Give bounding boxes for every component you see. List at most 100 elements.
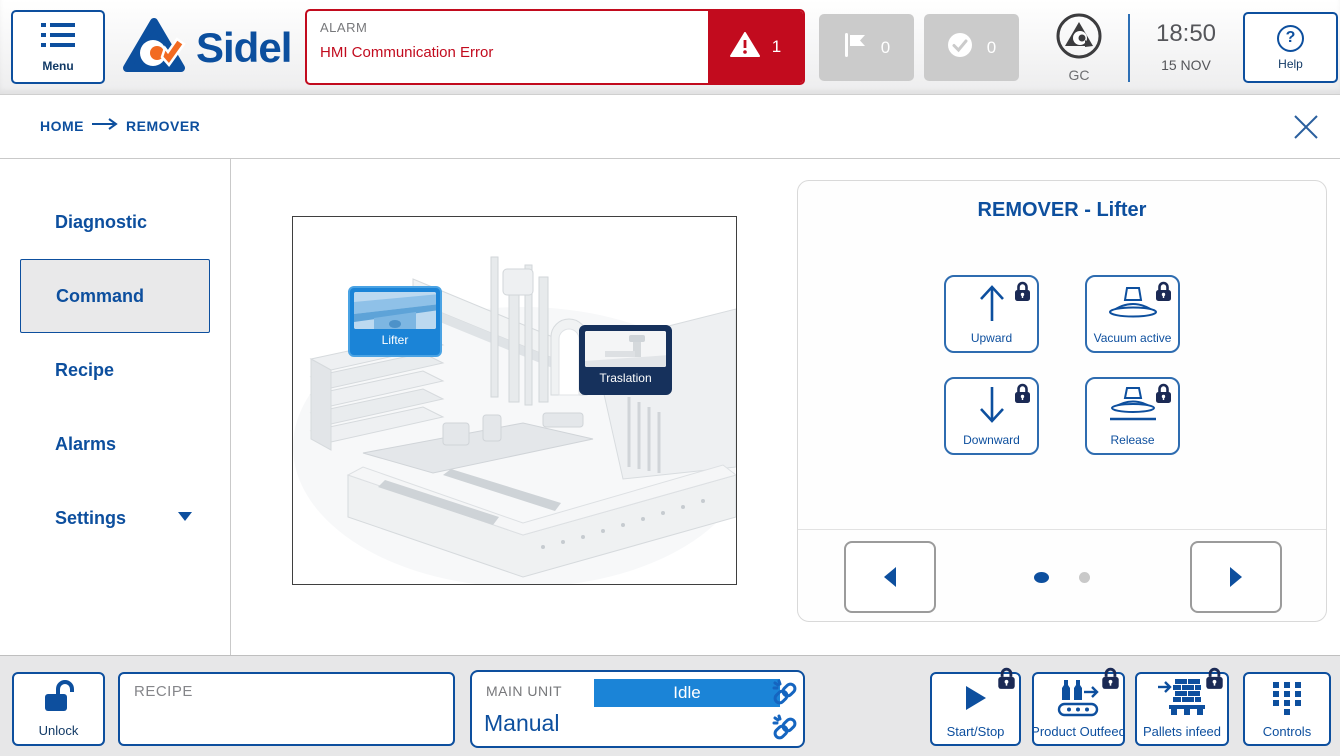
check-circle-icon — [947, 32, 973, 63]
sidebar-item-alarms[interactable]: Alarms — [0, 407, 230, 481]
pallets-infeed-button[interactable]: Pallets infeed — [1135, 672, 1229, 746]
sidel-wordmark: Sidel — [196, 27, 291, 69]
sidebar-nav: Diagnostic Command Recipe Alarms Setting… — [0, 159, 231, 655]
alarm-count-badge[interactable]: 1 — [708, 11, 803, 83]
grid-icon — [1272, 674, 1302, 722]
sidebar-item-label: Recipe — [55, 360, 114, 381]
sidel-logo-icon — [122, 16, 186, 79]
breadcrumb-arrow-icon — [92, 117, 118, 135]
breadcrumb-home[interactable]: HOME — [40, 118, 84, 134]
arrow-down-icon — [975, 379, 1009, 430]
controls-button[interactable]: Controls — [1243, 672, 1331, 746]
ack-count: 0 — [987, 38, 996, 58]
alarm-banner[interactable]: ALARM HMI Communication Error 1 — [305, 9, 805, 85]
lock-icon — [1101, 667, 1120, 695]
command-panel: REMOVER - Lifter — [797, 180, 1327, 622]
page-previous-button[interactable] — [844, 541, 936, 613]
lock-icon — [1155, 281, 1172, 307]
breadcrumb-current: REMOVER — [126, 118, 200, 134]
footer-button-label: Controls — [1263, 724, 1311, 739]
menu-icon — [41, 22, 75, 53]
sidebar-item-label: Diagnostic — [55, 212, 147, 233]
release-button[interactable]: Release — [1085, 377, 1180, 455]
sidebar-item-recipe[interactable]: Recipe — [0, 333, 230, 407]
recipe-field[interactable]: RECIPE — [118, 672, 455, 746]
main-unit-panel[interactable]: MAIN UNIT Idle Manual — [470, 670, 805, 748]
help-button[interactable]: ? Help — [1243, 12, 1338, 83]
main-unit-label: MAIN UNIT — [486, 683, 562, 699]
panel-separator — [798, 529, 1326, 530]
alarm-label: ALARM — [320, 20, 695, 35]
gc-logo-icon — [1055, 47, 1103, 64]
triangle-right-icon — [1228, 566, 1244, 588]
alarm-message: HMI Communication Error — [320, 44, 695, 61]
menu-label: Menu — [42, 59, 73, 73]
panel-title: REMOVER - Lifter — [798, 199, 1326, 222]
product-outfeed-button[interactable]: Product Outfeed — [1032, 672, 1125, 746]
triangle-left-icon — [882, 566, 898, 588]
recipe-label: RECIPE — [134, 683, 439, 700]
main-unit-mode: Manual — [484, 710, 559, 737]
hotspot-label: Lifter — [354, 329, 436, 351]
clock: 18:50 15 NOV — [1146, 20, 1226, 73]
breadcrumb-bar: HOME REMOVER — [0, 95, 1340, 159]
bottom-bar: Unlock RECIPE MAIN UNIT Idle Manual — [0, 655, 1340, 756]
lock-icon — [1014, 281, 1031, 307]
hotspot-traslation-button[interactable]: Traslation — [579, 325, 672, 395]
machine-area: Lifter Traslation — [231, 159, 1340, 655]
close-button[interactable] — [1290, 111, 1322, 143]
footer-button-label: Product Outfeed — [1031, 724, 1126, 739]
upward-button[interactable]: Upward — [944, 275, 1039, 353]
main-content: Diagnostic Command Recipe Alarms Setting… — [0, 159, 1340, 655]
pallet-icon — [1157, 674, 1207, 722]
traslation-thumbnail — [585, 331, 666, 367]
page-next-button[interactable] — [1190, 541, 1282, 613]
command-label: Vacuum active — [1094, 331, 1172, 345]
flag-badge[interactable]: 0 — [819, 14, 914, 81]
start-stop-button[interactable]: Start/Stop — [930, 672, 1021, 746]
machine-render — [293, 217, 736, 584]
broken-link-icon — [772, 679, 798, 710]
main-unit-status: Idle — [594, 679, 780, 707]
command-label: Downward — [963, 433, 1020, 447]
lifter-thumbnail — [354, 292, 436, 329]
gc-label: GC — [1053, 67, 1105, 83]
machine-image: Lifter Traslation — [292, 216, 737, 585]
warning-triangle-icon — [730, 32, 760, 63]
broken-link-icon — [772, 714, 798, 745]
page-dot-active — [1034, 572, 1049, 583]
footer-button-label: Pallets infeed — [1143, 724, 1221, 739]
alarm-texts: ALARM HMI Communication Error — [307, 11, 708, 83]
lock-icon — [1014, 383, 1031, 409]
vacuum-icon — [1105, 277, 1161, 328]
command-label: Upward — [971, 331, 1012, 345]
sidebar-item-diagnostic[interactable]: Diagnostic — [0, 185, 230, 259]
downward-button[interactable]: Downward — [944, 377, 1039, 455]
ack-badge[interactable]: 0 — [924, 14, 1019, 81]
hmi-screen: Menu Sidel ALARM HMI Communication Error — [0, 0, 1340, 756]
header-divider — [1128, 14, 1130, 82]
hotspot-label: Traslation — [585, 367, 666, 389]
alarm-count: 1 — [772, 37, 781, 57]
sidebar-item-command[interactable]: Command — [20, 259, 210, 333]
sidebar-item-label: Settings — [55, 508, 126, 529]
unlock-button[interactable]: Unlock — [12, 672, 105, 746]
vacuum-active-button[interactable]: Vacuum active — [1085, 275, 1180, 353]
flag-count: 0 — [881, 38, 890, 58]
page-indicator — [1034, 572, 1090, 583]
sidebar-item-settings[interactable]: Settings — [0, 481, 230, 555]
menu-button[interactable]: Menu — [11, 10, 105, 84]
bottles-conveyor-icon — [1056, 674, 1102, 722]
sidebar-item-label: Command — [56, 286, 144, 307]
gc-user-button[interactable]: GC — [1053, 12, 1105, 83]
page-dot — [1079, 572, 1090, 583]
clock-date: 15 NOV — [1146, 57, 1226, 73]
unlock-icon — [41, 680, 77, 719]
breadcrumb: HOME REMOVER — [40, 117, 200, 135]
hotspot-lifter-button[interactable]: Lifter — [348, 286, 442, 357]
unlock-label: Unlock — [39, 723, 79, 738]
lock-icon — [997, 667, 1016, 695]
help-label: Help — [1278, 57, 1303, 71]
clock-time: 18:50 — [1146, 20, 1226, 48]
top-bar: Menu Sidel ALARM HMI Communication Error — [0, 0, 1340, 95]
